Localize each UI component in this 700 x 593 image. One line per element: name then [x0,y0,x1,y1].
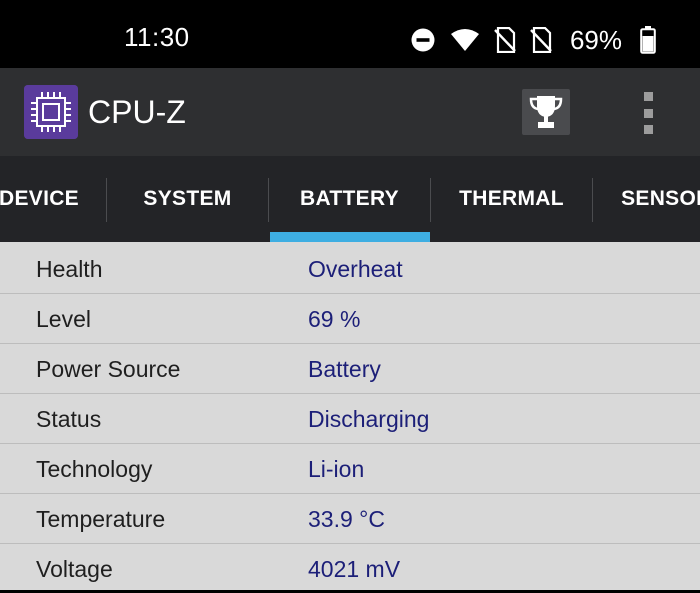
row-value: Battery [308,356,381,382]
app-bar: CPU-Z [0,68,700,156]
battery-icon [640,26,656,54]
row-label: Health [36,256,103,282]
tab-bar: DEVICE SYSTEM BATTERY THERMAL SENSORS [0,156,700,242]
trophy-icon [529,96,563,128]
do-not-disturb-icon [410,27,436,53]
list-item-power-source: Power Source Battery [0,344,700,394]
row-label: Temperature [36,506,166,532]
row-label: Level [36,306,91,332]
list-item-voltage: Voltage 4021 mV [0,544,700,593]
battery-info-list: Health Overheat Level 69 % Power Source … [0,242,700,590]
battery-percent: 69% [569,24,622,55]
wifi-icon [450,28,480,52]
cpu-chip-icon [24,85,78,139]
list-item-temperature: Temperature 33.9 °C [0,494,700,544]
list-item-technology: Technology Li-ion [0,444,700,494]
list-item-status: Status Discharging [0,394,700,444]
row-value: 4021 mV [308,556,401,582]
list-item-level: Level 69 % [0,294,700,344]
status-bar: 11:30 69% [0,0,700,68]
active-tab-indicator [270,232,430,242]
row-label: Voltage [36,556,113,582]
row-value: 69 % [308,306,361,332]
tab-sensors[interactable]: SENSORS [593,156,700,242]
status-icons: 69% [410,24,656,56]
tab-battery[interactable]: BATTERY [269,156,430,242]
tab-device[interactable]: DEVICE [0,156,106,242]
row-label: Technology [36,456,153,482]
status-time: 11:30 [124,22,190,52]
overflow-menu-button[interactable] [628,92,668,134]
tab-thermal[interactable]: THERMAL [431,156,592,242]
row-label: Status [36,406,102,432]
trophy-button[interactable] [522,89,570,135]
row-value: Discharging [308,406,430,432]
tab-system[interactable]: SYSTEM [107,156,268,242]
row-value: Li-ion [308,456,365,482]
no-sim-icon [530,27,552,53]
no-sim-icon [494,27,516,53]
list-item-health: Health Overheat [0,244,700,294]
app-title: CPU-Z [88,94,186,130]
row-value: Overheat [308,256,403,282]
overflow-menu-icon [643,92,653,101]
row-label: Power Source [36,356,181,382]
row-value: 33.9 °C [308,506,385,532]
